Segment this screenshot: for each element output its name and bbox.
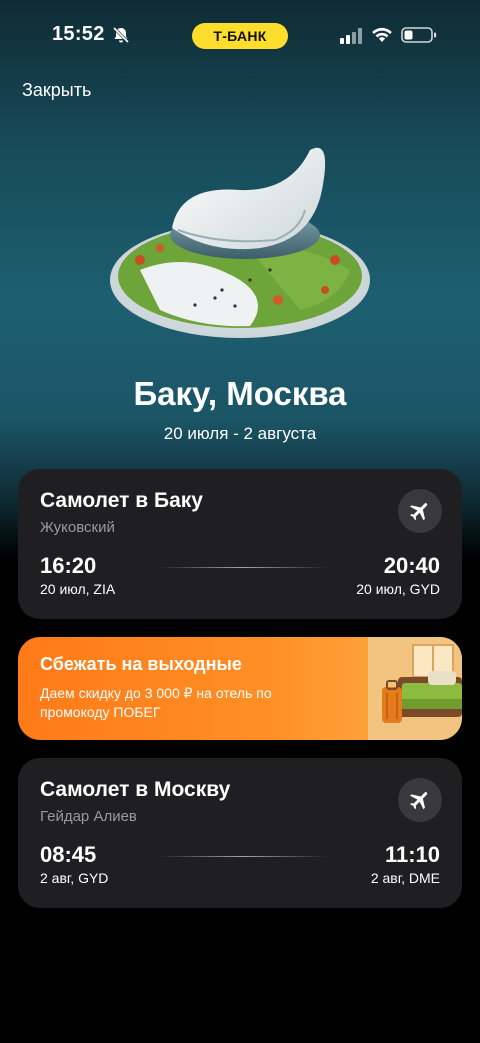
- airplane-button[interactable]: [398, 489, 442, 533]
- hero-illustration: [110, 147, 370, 338]
- promo-title: Сбежать на выходные: [40, 654, 242, 674]
- flight-title: Самолет в Москву: [40, 778, 231, 801]
- promo-banner[interactable]: Сбежать на выходные Даем скидку до 3 000…: [18, 637, 462, 740]
- bank-badge[interactable]: Т-БАНК: [192, 23, 288, 49]
- promo-text: Даем скидку до 3 000 ₽ на отель по промо…: [40, 685, 272, 720]
- bell-muted-icon: [112, 26, 130, 44]
- route-line: [158, 567, 328, 568]
- arrival-time: 20:40: [383, 553, 440, 578]
- trip-dates: 20 июля - 2 августа: [163, 424, 317, 443]
- close-button[interactable]: Закрыть: [22, 80, 91, 101]
- departure-info: 2 авг, GYD: [40, 870, 109, 886]
- trip-title: Баку, Москва: [133, 375, 347, 412]
- departure-time: 08:45: [40, 842, 97, 867]
- departure-airport: Жуковский: [40, 519, 115, 536]
- departure-airport: Гейдар Алиев: [40, 808, 137, 825]
- status-time: 15:52: [52, 23, 105, 45]
- airplane-icon: [410, 792, 428, 810]
- arrival-time: 11:10: [384, 842, 440, 867]
- status-bar: 15:52 Т-БАНК: [0, 0, 480, 70]
- flight-card-outbound[interactable]: Самолет в Баку Жуковский 16:20 20 июл, Z…: [18, 469, 462, 619]
- cellular-signal-icon: [340, 28, 362, 44]
- wifi-icon: [372, 27, 392, 42]
- flight-card-return[interactable]: Самолет в Москву Гейдар Алиев 08:45 2 ав…: [18, 758, 462, 908]
- arrival-info: 20 июл, GYD: [356, 581, 440, 597]
- airplane-button[interactable]: [398, 778, 442, 822]
- arrival-info: 2 авг, DME: [370, 870, 440, 886]
- battery-icon: [401, 27, 437, 43]
- hotel-room-illustration: [368, 637, 462, 740]
- route-line: [158, 856, 328, 857]
- flight-title: Самолет в Баку: [40, 489, 203, 512]
- departure-info: 20 июл, ZIA: [40, 581, 116, 597]
- airplane-icon: [410, 503, 428, 521]
- departure-time: 16:20: [40, 553, 97, 578]
